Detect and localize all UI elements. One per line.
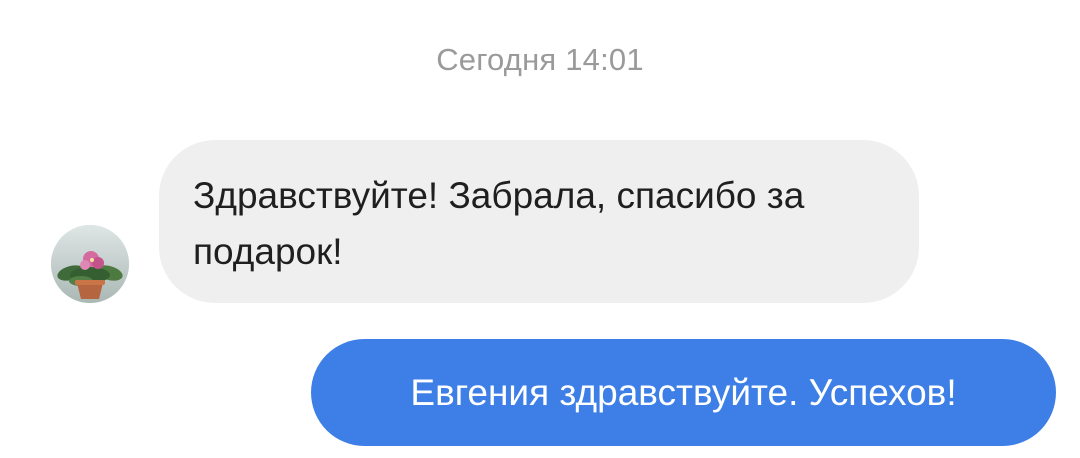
outgoing-message-text: Евгения здравствуйте. Успехов! [410,372,957,413]
contact-avatar[interactable] [51,225,129,303]
flower-pot-avatar-icon [51,225,129,303]
outgoing-message-bubble[interactable]: Евгения здравствуйте. Успехов! [311,339,1056,446]
date-divider: Сегодня 14:01 [436,42,644,77]
incoming-message-text: Здравствуйте! Забрала, спасибо за подаро… [193,175,805,272]
incoming-message-bubble[interactable]: Здравствуйте! Забрала, спасибо за подаро… [159,140,919,303]
